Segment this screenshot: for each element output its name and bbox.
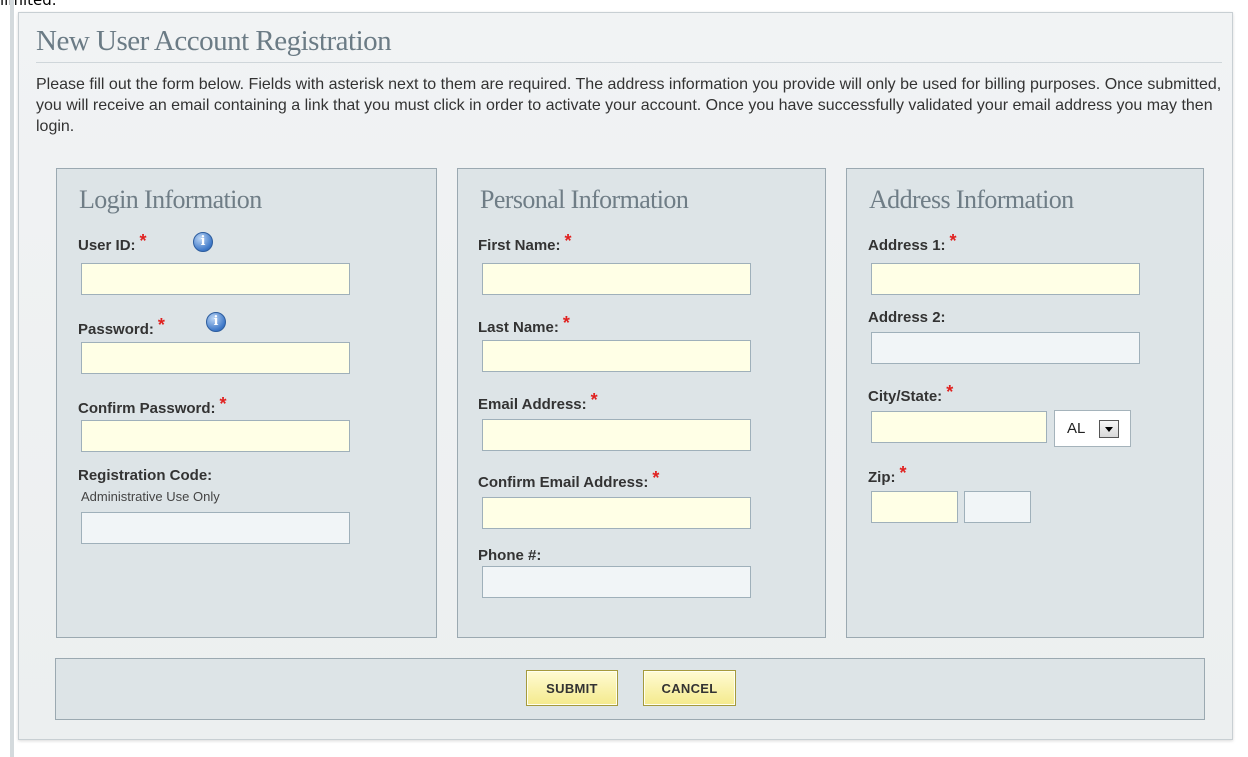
submit-button[interactable]: SUBMIT — [526, 670, 618, 706]
required-asterisk: * — [946, 382, 954, 402]
password-label: Password: * — [78, 315, 165, 339]
email-address-input[interactable] — [482, 419, 751, 451]
chevron-down-icon[interactable] — [1099, 420, 1119, 438]
password-label-text: Password: — [78, 321, 154, 338]
page-edge — [10, 0, 14, 757]
address-2-input[interactable] — [871, 332, 1140, 364]
address-1-label: Address 1: * — [868, 231, 957, 255]
required-asterisk: * — [899, 463, 907, 483]
intro-text: Please fill out the form below. Fields w… — [36, 76, 1222, 135]
address-2-label: Address 2: — [868, 309, 946, 326]
last-name-label: Last Name: * — [478, 313, 570, 337]
cancel-button[interactable]: CANCEL — [643, 670, 736, 706]
clipped-text-fragment: limited. — [0, 0, 57, 9]
zip-label: Zip: * — [868, 463, 907, 487]
confirm-email-label-text: Confirm Email Address: — [478, 474, 649, 491]
state-select[interactable]: AL — [1054, 410, 1131, 447]
info-icon[interactable]: i — [206, 312, 226, 332]
registration-code-input[interactable] — [81, 512, 350, 544]
user-id-input[interactable] — [81, 263, 350, 295]
zip-extension-input[interactable] — [964, 491, 1031, 523]
required-asterisk: * — [949, 231, 957, 251]
required-asterisk: * — [562, 313, 570, 333]
confirm-password-label-text: Confirm Password: — [78, 400, 216, 417]
address-1-label-text: Address 1: — [868, 237, 946, 254]
last-name-input[interactable] — [482, 340, 751, 372]
email-address-label-text: Email Address: — [478, 396, 587, 413]
required-asterisk: * — [139, 231, 147, 251]
registration-code-note: Administrative Use Only — [81, 489, 220, 504]
section-title-personal: Personal Information — [480, 185, 689, 214]
first-name-label-text: First Name: — [478, 237, 561, 254]
first-name-label: First Name: * — [478, 231, 572, 255]
required-asterisk: * — [219, 394, 227, 414]
last-name-label-text: Last Name: — [478, 319, 559, 336]
password-input[interactable] — [81, 342, 350, 374]
login-information-section: Login Information User ID: * i Password: *… — [56, 168, 437, 638]
email-address-label: Email Address: * — [478, 390, 598, 414]
registration-code-label: Registration Code: — [78, 467, 213, 484]
page-title: New User Account Registration — [36, 25, 392, 57]
confirm-password-input[interactable] — [81, 420, 350, 452]
state-select-value: AL — [1067, 420, 1086, 437]
phone-label: Phone #: — [478, 547, 542, 564]
required-asterisk: * — [590, 390, 598, 410]
user-id-label: User ID: * — [78, 231, 147, 255]
city-input[interactable] — [871, 411, 1047, 443]
city-state-label: City/State: * — [868, 382, 954, 406]
section-title-login: Login Information — [79, 185, 262, 214]
section-title-address: Address Information — [869, 185, 1074, 214]
phone-input[interactable] — [482, 566, 751, 598]
info-icon[interactable]: i — [193, 232, 213, 252]
form-actions-bar: SUBMIT CANCEL — [55, 658, 1205, 720]
city-state-label-text: City/State: — [868, 388, 943, 405]
title-divider — [36, 62, 1222, 63]
confirm-email-label: Confirm Email Address: * — [478, 468, 660, 492]
zip-label-text: Zip: — [868, 469, 896, 486]
user-id-label-text: User ID: — [78, 237, 136, 254]
personal-information-section: Personal Information First Name: * Last N… — [457, 168, 826, 638]
first-name-input[interactable] — [482, 263, 751, 295]
required-asterisk: * — [652, 468, 660, 488]
address-information-section: Address Information Address 1: * Address … — [846, 168, 1204, 638]
required-asterisk: * — [564, 231, 572, 251]
address-1-input[interactable] — [871, 263, 1140, 295]
zip-input[interactable] — [871, 491, 958, 523]
confirm-password-label: Confirm Password: * — [78, 394, 227, 418]
required-asterisk: * — [157, 315, 165, 335]
confirm-email-input[interactable] — [482, 497, 751, 529]
